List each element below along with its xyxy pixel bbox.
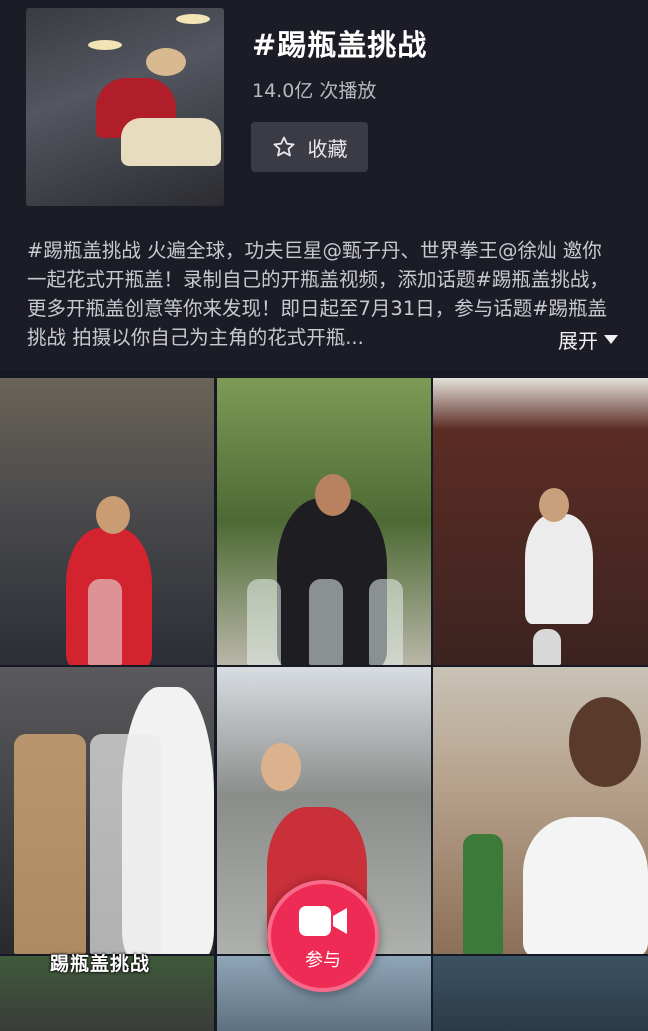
- video-thumbnail[interactable]: [0, 378, 214, 665]
- video-caption: 踢瓶盖挑战: [50, 953, 151, 975]
- video-thumbnail[interactable]: [433, 667, 648, 954]
- topic-description: #踢瓶盖挑战 火遍全球，功夫巨星@甄子丹、世界拳王@徐灿 邀你一起花式开瓶盖！录…: [27, 239, 609, 349]
- video-thumbnail[interactable]: [217, 378, 431, 665]
- view-count: 14.0亿 次播放: [252, 80, 377, 102]
- video-camera-icon: [299, 906, 347, 936]
- expand-label: 展开: [558, 329, 598, 353]
- topic-title: #踢瓶盖挑战: [252, 28, 428, 62]
- join-button[interactable]: 参与: [267, 880, 379, 992]
- favorite-label: 收藏: [307, 136, 348, 161]
- favorite-button[interactable]: 收藏: [251, 122, 368, 172]
- video-thumbnail[interactable]: [433, 378, 648, 665]
- join-label: 参与: [305, 950, 341, 971]
- video-thumbnail[interactable]: [0, 667, 214, 954]
- topic-header: #踢瓶盖挑战 14.0亿 次播放 收藏 #踢瓶盖挑战 火遍全球，功夫巨星@甄子丹…: [0, 0, 648, 370]
- topic-cover-image: [26, 8, 224, 206]
- video-thumbnail[interactable]: [433, 956, 648, 1031]
- expand-button[interactable]: 展开: [558, 325, 618, 354]
- star-outline-icon: [273, 136, 294, 157]
- triangle-down-icon: [604, 335, 618, 344]
